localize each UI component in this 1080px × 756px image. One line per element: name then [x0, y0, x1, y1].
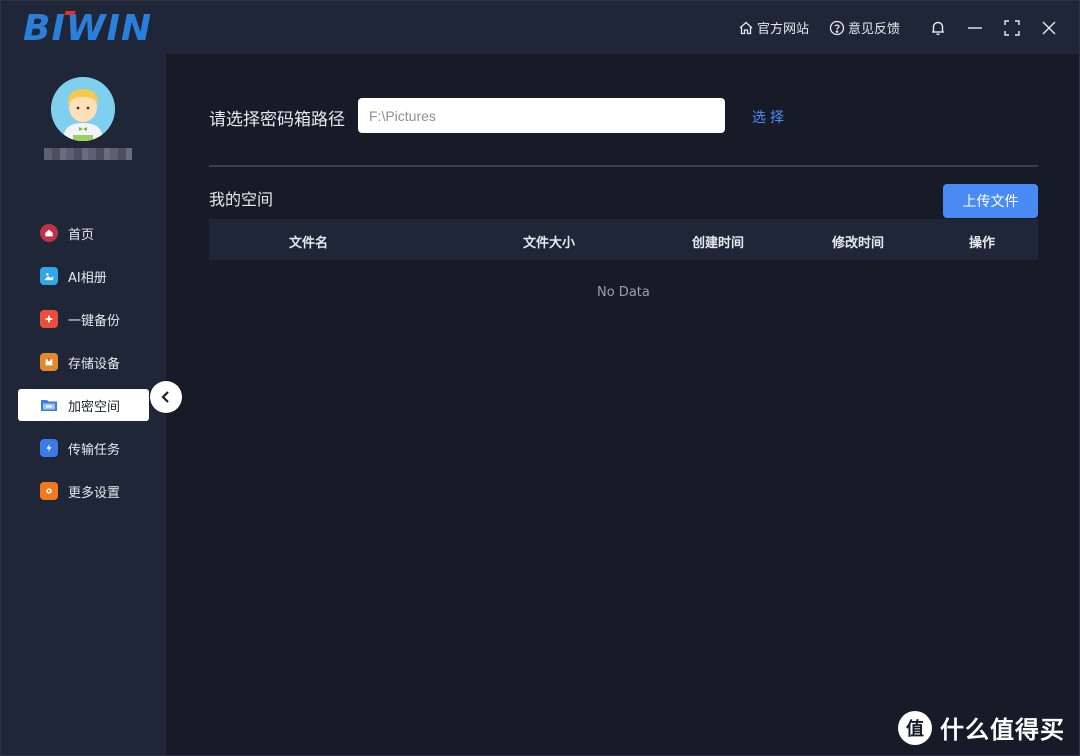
sidebar-item-settings[interactable]: 更多设置: [18, 475, 149, 507]
folder-icon: [40, 396, 58, 414]
biwin-logo: BIWIN: [23, 9, 152, 49]
notification-button[interactable]: [920, 10, 956, 46]
column-header-filename[interactable]: 文件名: [289, 232, 328, 251]
official-site-label: 官方网站: [756, 22, 809, 37]
fullscreen-icon: [1004, 19, 1020, 36]
sidebar-item-home[interactable]: 首页: [18, 217, 149, 249]
help-icon: [829, 20, 845, 35]
sidebar-item-label: 更多设置: [68, 485, 121, 501]
sidebar-item-storage[interactable]: 存储设备: [18, 346, 149, 378]
sidebar-item-label: 一键备份: [68, 313, 121, 329]
fullscreen-button[interactable]: [994, 10, 1030, 46]
sidebar: 首页 AI相册 一键备份 存储设备 加密空间 传输任务 更多设置: [1, 54, 166, 755]
home-circle-icon: [40, 224, 58, 242]
feedback-label: 意见反馈: [847, 22, 900, 37]
logo-accent: [64, 11, 76, 15]
empty-state-text: No Data: [597, 285, 650, 300]
watermark-logo: 值: [898, 710, 932, 745]
select-path-button[interactable]: 选择: [752, 107, 788, 127]
photo-album-icon: [40, 267, 58, 285]
sidebar-item-label: AI相册: [68, 270, 107, 286]
minimize-button[interactable]: [957, 10, 993, 46]
sidebar-item-encrypted-space[interactable]: 加密空间: [18, 389, 149, 421]
title-actions: 官方网站 意见反馈: [738, 1, 1079, 54]
sidebar-item-label: 加密空间: [68, 399, 121, 415]
column-header-modified[interactable]: 修改时间: [832, 232, 884, 251]
feedback-link[interactable]: 意见反馈: [829, 18, 900, 37]
column-header-size[interactable]: 文件大小: [523, 232, 575, 251]
file-table-header: 文件名 文件大小 创建时间 修改时间 操作: [209, 219, 1038, 260]
app-window: BIWIN 官方网站 意见反馈 首页 AI相册 一键备份 存储设备 加密空间 传…: [0, 0, 1080, 756]
sidebar-item-label: 存储设备: [68, 356, 121, 372]
watermark: 值 什么值得买: [898, 710, 1065, 745]
vault-path-label: 请选择密码箱路径: [209, 110, 345, 130]
settings-icon: [40, 482, 58, 500]
username-redacted: [44, 148, 132, 160]
section-title: 我的空间: [209, 190, 274, 209]
avatar-illustration: [51, 77, 115, 141]
chevron-left-icon: [161, 391, 169, 403]
sidebar-item-label: 首页: [68, 227, 95, 243]
sidebar-item-backup[interactable]: 一键备份: [18, 303, 149, 335]
close-button[interactable]: [1031, 10, 1067, 46]
watermark-text: 什么值得买: [940, 716, 1065, 744]
vault-path-input[interactable]: [358, 98, 725, 133]
main-content: 请选择密码箱路径 选择 我的空间 上传文件 文件名 文件大小 创建时间 修改时间…: [166, 54, 1079, 755]
logo-text: BIWIN: [23, 8, 153, 49]
bell-icon: [932, 21, 944, 35]
upload-file-button[interactable]: 上传文件: [943, 184, 1038, 218]
transfer-icon: [40, 439, 58, 457]
sidebar-item-transfer[interactable]: 传输任务: [18, 432, 149, 464]
sidebar-item-ai-album[interactable]: AI相册: [18, 260, 149, 292]
home-icon: [739, 21, 753, 34]
divider: [209, 165, 1038, 167]
title-bar: BIWIN 官方网站 意见反馈: [1, 1, 1079, 54]
backup-icon: [40, 310, 58, 328]
column-header-actions: 操作: [969, 236, 996, 251]
minimize-icon: [968, 26, 982, 29]
official-site-link[interactable]: 官方网站: [738, 18, 809, 37]
watermark-badge: 值: [906, 718, 924, 740]
storage-icon: [40, 353, 58, 371]
sidebar-item-label: 传输任务: [68, 442, 121, 458]
close-icon: [1042, 21, 1056, 34]
collapse-sidebar-button[interactable]: [150, 381, 182, 413]
avatar[interactable]: [51, 77, 115, 141]
column-header-created[interactable]: 创建时间: [692, 232, 744, 251]
